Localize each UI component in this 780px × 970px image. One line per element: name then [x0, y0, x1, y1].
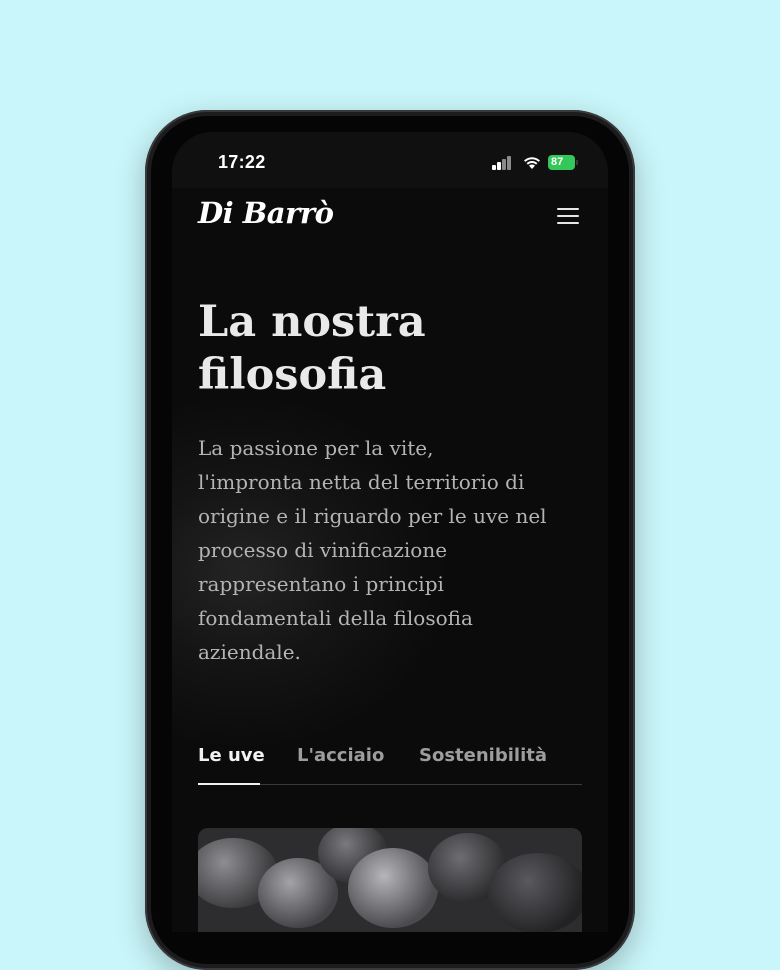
active-tab-indicator — [198, 783, 260, 785]
site-header: Di Barrò — [172, 188, 608, 248]
battery-level: 87 — [551, 156, 564, 168]
hamburger-menu-icon[interactable] — [557, 208, 579, 226]
intro-paragraph: La passione per la vite, l'impronta nett… — [198, 436, 547, 664]
battery-icon: 87 — [548, 155, 575, 170]
tab-bar: Le uve L'acciaio Sostenibilità — [198, 740, 582, 785]
status-bar: 17:22 87 — [172, 132, 608, 188]
tab-acciaio[interactable]: L'acciaio — [297, 745, 384, 766]
page-title-text: La nostra filosofia — [198, 297, 426, 400]
app-screen: 17:22 87 Di Barrò La nostra filosofia La… — [172, 132, 608, 932]
status-time: 17:22 — [218, 152, 266, 172]
battery-tip — [576, 160, 578, 165]
brand-logo[interactable]: Di Barrò — [198, 196, 334, 230]
tab-le-uve[interactable]: Le uve — [198, 745, 265, 766]
page-title: La nostra filosofia — [198, 296, 588, 402]
tab-sostenibilita[interactable]: Sostenibilità — [419, 745, 547, 766]
wifi-icon — [524, 157, 540, 169]
cellular-signal-icon — [492, 156, 512, 170]
grapes-image — [198, 828, 582, 932]
